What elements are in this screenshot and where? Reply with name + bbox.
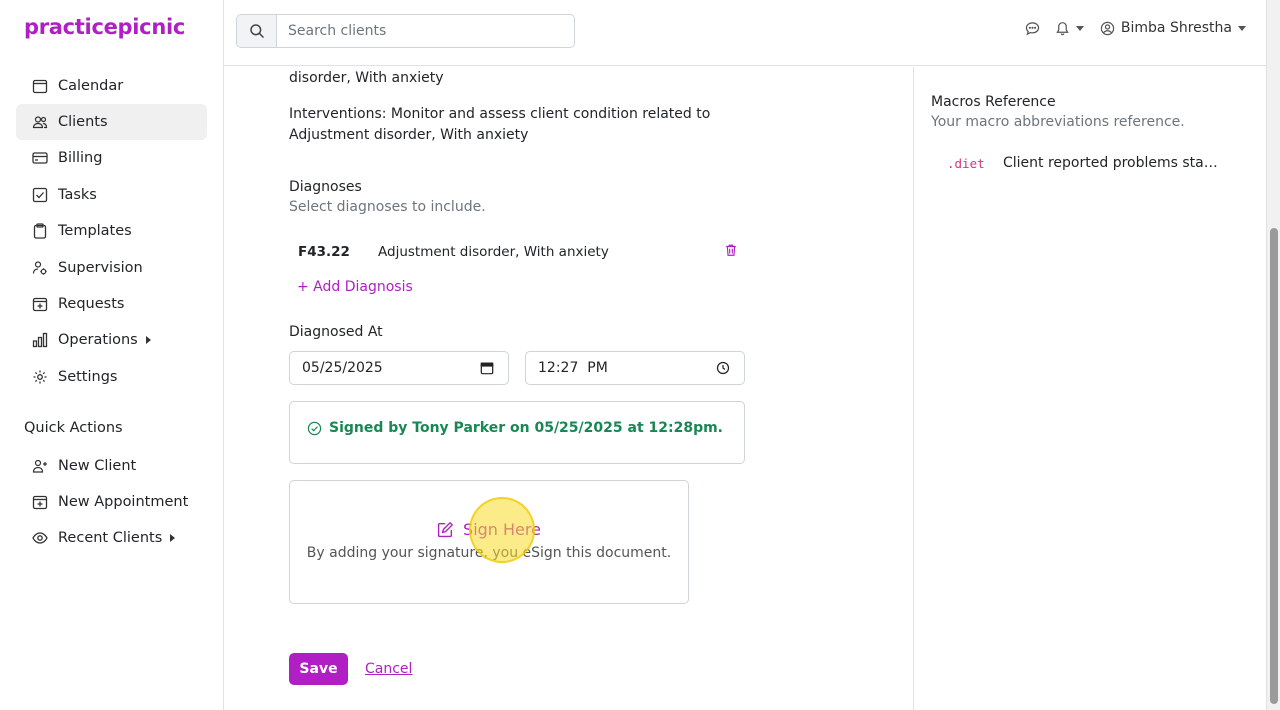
sidebar-item-label: New Client [58, 458, 137, 474]
sidebar-item-calendar[interactable]: Calendar [16, 68, 207, 104]
scrollbar-thumb[interactable] [1270, 228, 1278, 704]
sidebar-item-operations[interactable]: Operations [16, 322, 207, 358]
calendar-icon [32, 78, 48, 94]
cancel-link[interactable]: Cancel [365, 661, 412, 677]
diagnosis-name: Adjustment disorder, With anxiety [378, 244, 609, 260]
sidebar-item-supervision[interactable]: Supervision [16, 250, 207, 286]
top-right-actions: Bimba Shrestha [1025, 20, 1246, 36]
add-diagnosis-link[interactable]: + Add Diagnosis [297, 279, 413, 295]
calendar-icon[interactable] [480, 361, 494, 375]
sidebar-item-requests[interactable]: Requests [16, 286, 207, 322]
goal-text-tail: disorder, With anxiety [289, 70, 444, 86]
person-plus-icon [32, 458, 48, 474]
sidebar-item-new-appointment[interactable]: New Appointment [16, 484, 207, 520]
macros-subtitle: Your macro abbreviations reference. [931, 114, 1185, 130]
signed-message: Signed by Tony Parker on 05/25/2025 at 1… [329, 420, 723, 436]
save-button[interactable]: Save [289, 653, 348, 685]
search-input[interactable] [277, 15, 574, 47]
sign-here-box[interactable]: Sign Here By adding your signature, you … [289, 480, 689, 604]
macro-code: .diet [947, 156, 985, 171]
sidebar-item-label: Calendar [58, 78, 124, 94]
diagnosis-code: F43.22 [298, 244, 350, 260]
search-button[interactable] [237, 15, 277, 47]
gear-icon [32, 369, 48, 385]
page-scrollbar[interactable] [1266, 0, 1280, 710]
diagnosis-row: F43.22 Adjustment disorder, With anxiety [289, 241, 745, 263]
sidebar-item-label: Operations [58, 332, 138, 348]
sidebar-item-recent-clients[interactable]: Recent Clients [16, 520, 207, 556]
diagnosed-time-field[interactable]: 12:27 PM [525, 351, 745, 385]
trash-icon[interactable] [724, 243, 738, 257]
checkbox-icon [32, 187, 48, 203]
sidebar-item-label: Templates [58, 223, 132, 239]
quick-actions-title: Quick Actions [24, 420, 123, 436]
interventions-line-1: Interventions: Monitor and assess client… [289, 106, 711, 122]
top-bar: Bimba Shrestha [224, 0, 1266, 66]
sign-here-title[interactable]: Sign Here [290, 520, 688, 539]
eye-icon [32, 530, 48, 546]
sidebar-item-label: Recent Clients [58, 530, 163, 546]
brand-logo[interactable]: practicepicnic [24, 15, 185, 39]
sidebar-item-clients[interactable]: Clients [16, 104, 207, 140]
search-icon [249, 23, 265, 39]
macros-panel: Macros Reference Your macro abbreviation… [913, 67, 1266, 710]
macro-text: Client reported problems stayi... [1003, 155, 1218, 171]
users-icon [32, 114, 48, 130]
sidebar-item-label: Supervision [58, 260, 143, 276]
user-menu-caret-icon[interactable] [1238, 25, 1246, 31]
sidebar-item-label: Tasks [58, 187, 97, 203]
diagnoses-subtitle: Select diagnoses to include. [289, 199, 486, 215]
main-content: disorder, With anxiety Interventions: Mo… [224, 67, 913, 710]
diagnoses-title: Diagnoses [289, 179, 362, 195]
sidebar-item-label: Billing [58, 150, 103, 166]
sidebar: practicepicnic Calendar Clients Billing … [0, 0, 224, 710]
sidebar-item-new-client[interactable]: New Client [16, 448, 207, 484]
sign-here-label: Sign Here [463, 520, 541, 539]
interventions-line-2: Adjustment disorder, With anxiety [289, 127, 529, 143]
sidebar-item-billing[interactable]: Billing [16, 140, 207, 176]
macros-title: Macros Reference [931, 94, 1056, 110]
diagnosed-date-field[interactable]: 05/25/2025 [289, 351, 509, 385]
sidebar-item-templates[interactable]: Templates [16, 213, 207, 249]
user-circle-icon[interactable] [1100, 21, 1115, 36]
user-name[interactable]: Bimba Shrestha [1121, 20, 1232, 36]
notifications-caret-icon[interactable] [1075, 25, 1084, 31]
clipboard-icon [32, 223, 48, 239]
bar-chart-icon [32, 332, 48, 348]
calendar-plus-icon [32, 494, 48, 510]
diagnosed-at-label: Diagnosed At [289, 324, 383, 340]
search-group [236, 14, 575, 48]
signed-status: Signed by Tony Parker on 05/25/2025 at 1… [307, 420, 723, 436]
clock-icon[interactable] [716, 361, 730, 375]
pencil-square-icon [437, 521, 454, 538]
sidebar-item-label: New Appointment [58, 494, 189, 510]
chat-icon[interactable] [1025, 21, 1040, 36]
credit-card-icon [32, 150, 48, 166]
diagnosed-time-value: 12:27 PM [538, 360, 608, 376]
sidebar-item-settings[interactable]: Settings [16, 359, 207, 395]
caret-right-icon [170, 534, 176, 542]
sidebar-item-tasks[interactable]: Tasks [16, 177, 207, 213]
sign-here-subtitle: By adding your signature, you eSign this… [306, 545, 672, 561]
check-circle-icon [307, 421, 322, 436]
diagnosed-date-value: 05/25/2025 [302, 360, 383, 376]
sidebar-item-label: Clients [58, 114, 108, 130]
calendar-plus-icon [32, 296, 48, 312]
bell-icon[interactable] [1055, 21, 1070, 36]
sidebar-item-label: Settings [58, 369, 118, 385]
caret-right-icon [145, 336, 151, 344]
person-gear-icon [32, 260, 48, 276]
signed-status-box: Signed by Tony Parker on 05/25/2025 at 1… [289, 401, 745, 464]
sidebar-item-label: Requests [58, 296, 125, 312]
